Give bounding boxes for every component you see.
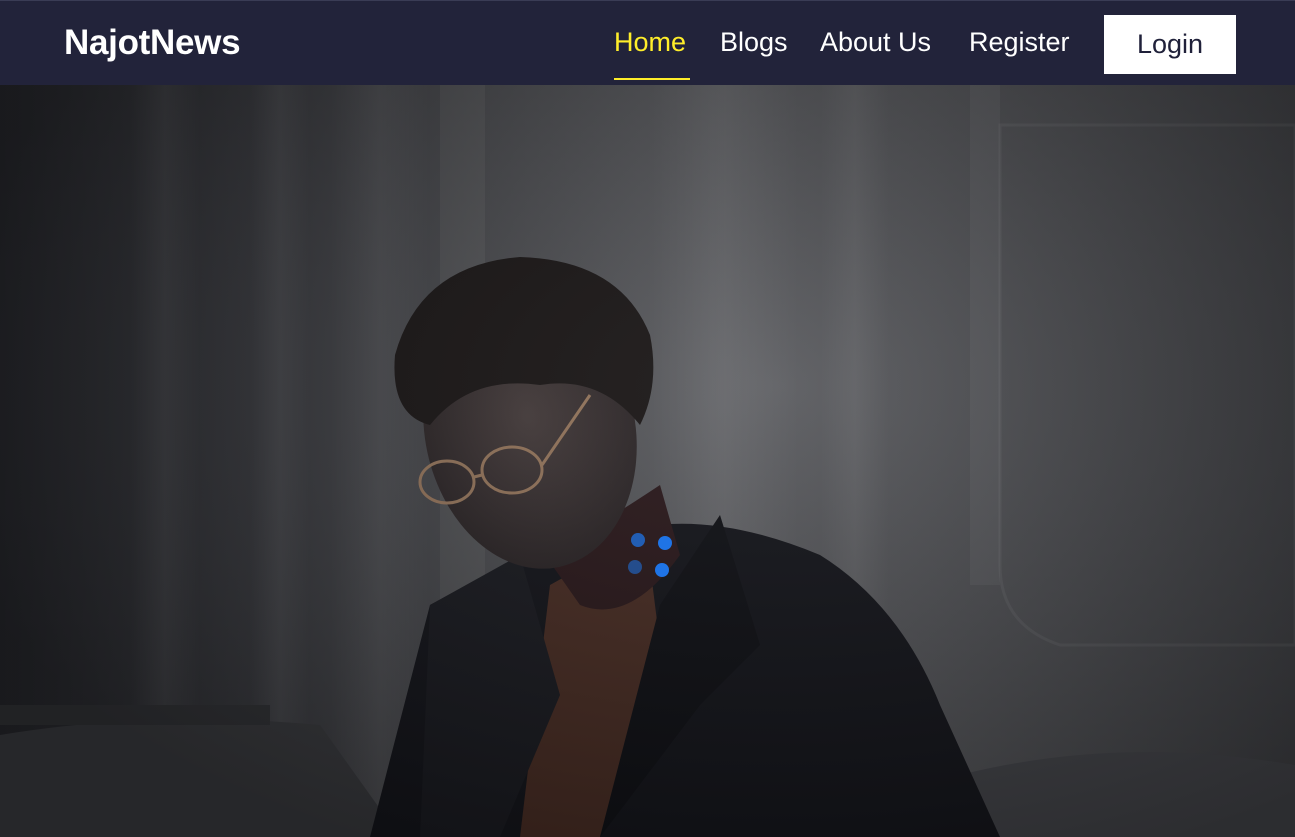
hero-banner bbox=[0, 85, 1295, 837]
brand-logo[interactable]: NajotNews bbox=[64, 23, 241, 63]
nav-link-blogs[interactable]: Blogs bbox=[720, 27, 788, 58]
nav-link-about-us[interactable]: About Us bbox=[820, 27, 931, 58]
loading-spinner-icon bbox=[626, 531, 674, 579]
spinner-dot bbox=[631, 533, 645, 547]
active-link-underline bbox=[614, 78, 690, 80]
login-button[interactable]: Login bbox=[1104, 15, 1236, 74]
spinner-dot bbox=[628, 560, 642, 574]
top-navbar: NajotNews Home Blogs About Us Register L… bbox=[0, 0, 1295, 85]
nav-link-register[interactable]: Register bbox=[969, 27, 1070, 58]
spinner-dot bbox=[658, 536, 672, 550]
man-in-glasses-photo bbox=[0, 85, 1295, 837]
nav-link-home[interactable]: Home bbox=[614, 27, 686, 58]
spinner-dot bbox=[655, 563, 669, 577]
